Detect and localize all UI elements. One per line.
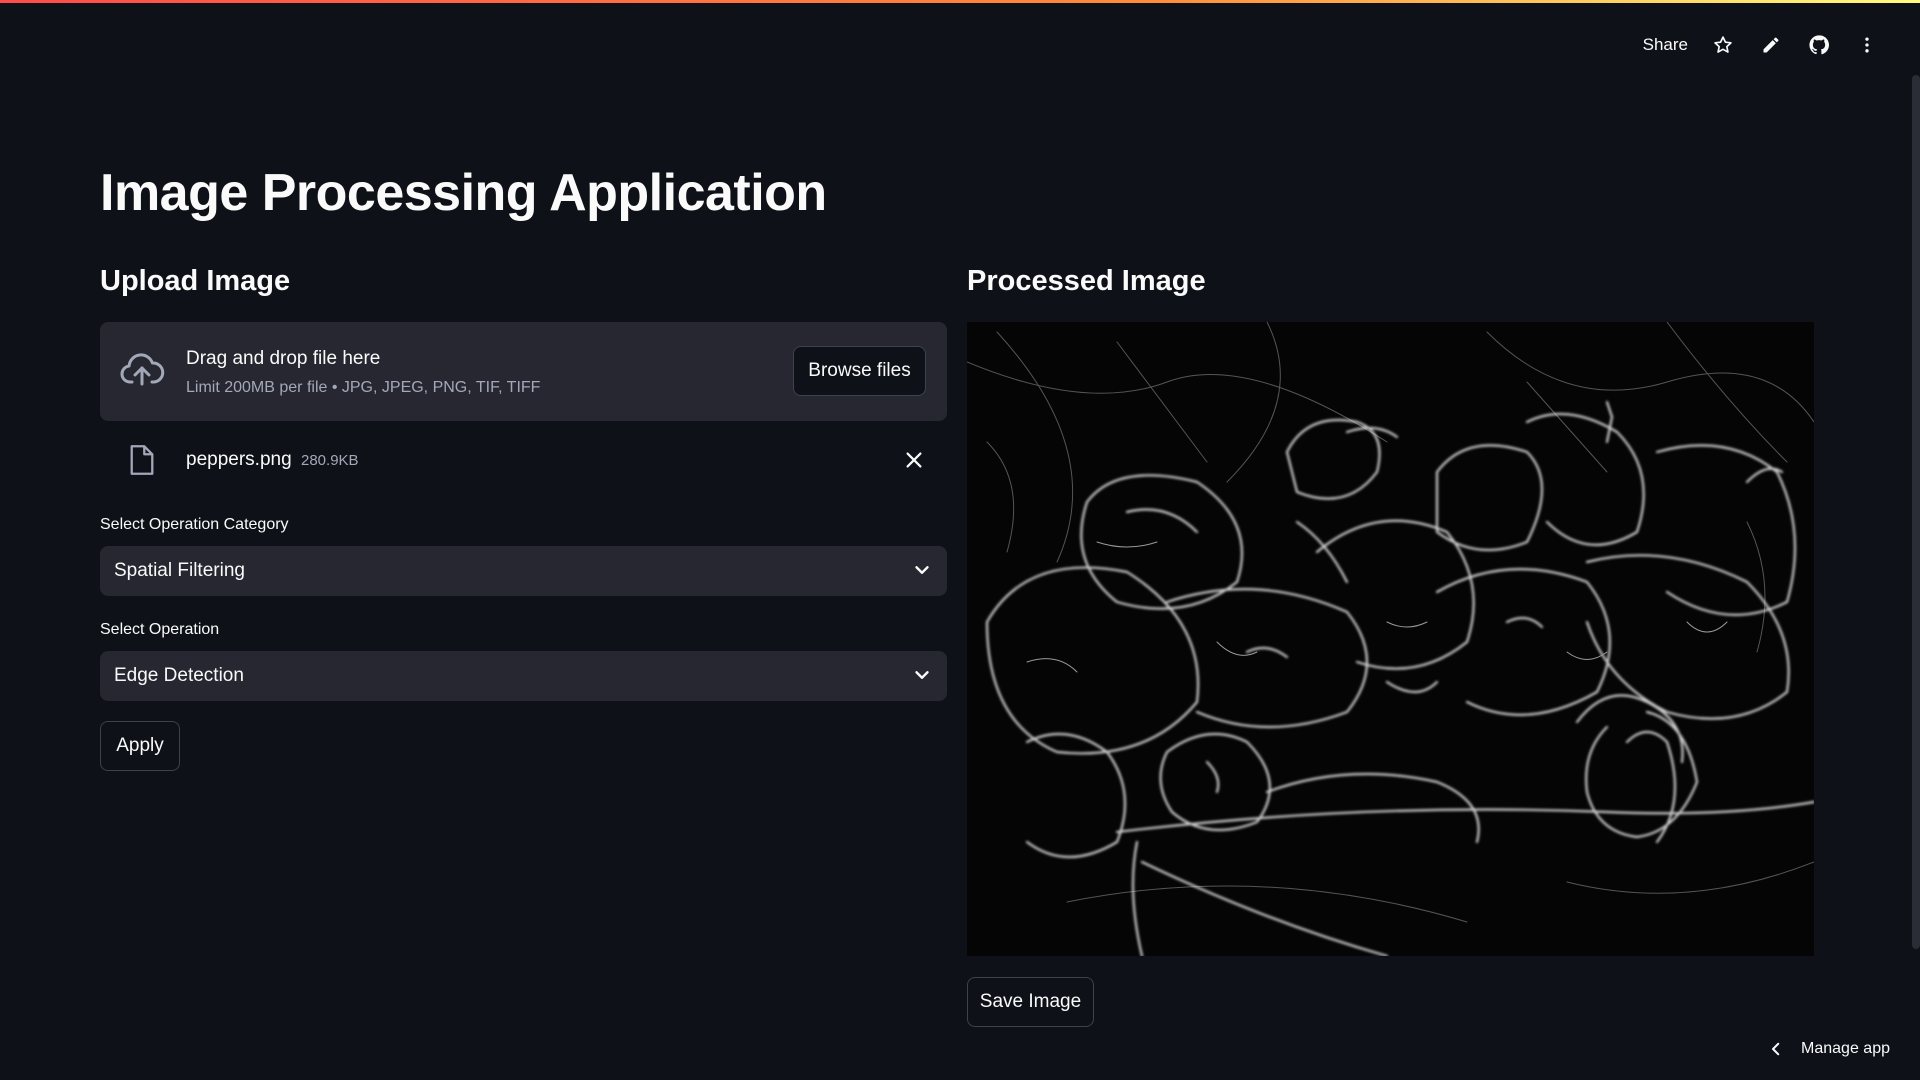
- apply-button[interactable]: Apply: [100, 721, 180, 771]
- dropzone-title: Drag and drop file here: [186, 348, 381, 369]
- page-title: Image Processing Application: [100, 164, 827, 222]
- operation-label: Select Operation: [100, 621, 220, 638]
- category-select-value: Spatial Filtering: [114, 560, 245, 581]
- page-scrollbar[interactable]: [1912, 75, 1920, 949]
- star-icon[interactable]: [1710, 32, 1736, 58]
- upload-section-title: Upload Image: [100, 265, 291, 297]
- processed-image: [967, 322, 1814, 956]
- category-select[interactable]: Spatial Filtering: [100, 546, 947, 596]
- cloud-upload-icon: [120, 353, 165, 386]
- uploaded-file-item: peppers.png 280.9KB: [100, 435, 947, 485]
- processed-section-title: Processed Image: [967, 265, 1206, 297]
- github-icon[interactable]: [1806, 32, 1832, 58]
- manage-app-button[interactable]: Manage app: [1767, 1040, 1890, 1058]
- browse-files-button[interactable]: Browse files: [793, 346, 926, 396]
- operation-select[interactable]: Edge Detection: [100, 651, 947, 701]
- operation-select-value: Edge Detection: [114, 665, 244, 686]
- file-icon: [130, 445, 154, 475]
- close-icon[interactable]: [903, 449, 925, 471]
- share-button[interactable]: Share: [1643, 35, 1688, 55]
- category-label: Select Operation Category: [100, 516, 289, 533]
- file-size: 280.9KB: [301, 452, 359, 469]
- chevron-left-icon: [1772, 1042, 1780, 1056]
- manage-app-label: Manage app: [1801, 1040, 1890, 1057]
- header-toolbar: Share: [1643, 26, 1880, 64]
- save-image-button[interactable]: Save Image: [967, 977, 1094, 1027]
- chevron-down-icon: [915, 671, 929, 679]
- pencil-icon[interactable]: [1758, 32, 1784, 58]
- top-decoration-bar: [0, 0, 1920, 3]
- file-name: peppers.png: [186, 449, 292, 470]
- more-vertical-icon[interactable]: [1854, 32, 1880, 58]
- chevron-down-icon: [915, 566, 929, 574]
- dropzone-limit-text: Limit 200MB per file • JPG, JPEG, PNG, T…: [186, 379, 541, 396]
- file-dropzone[interactable]: Drag and drop file here Limit 200MB per …: [100, 322, 947, 421]
